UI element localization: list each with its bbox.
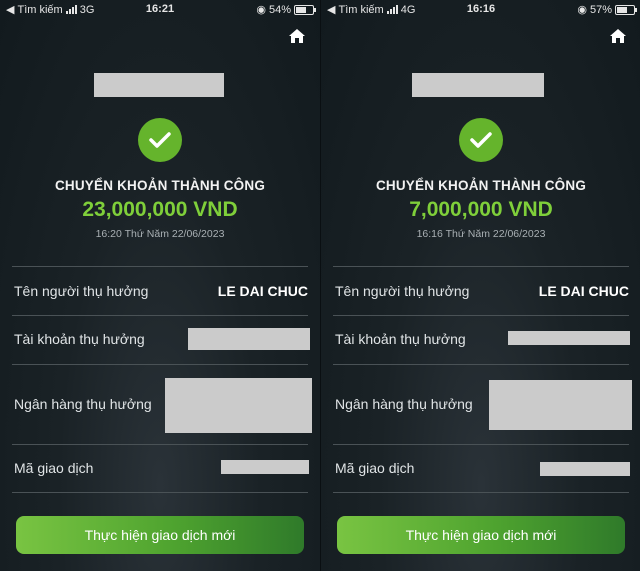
rotation-lock-icon: ◉ (577, 4, 587, 16)
row-label-transaction-id: Mã giao dịch (14, 460, 94, 476)
divider (333, 315, 629, 316)
row-label-beneficiary-name: Tên người thụ hưởng (335, 283, 470, 299)
row-label-beneficiary-account: Tài khoản thụ hưởng (335, 331, 466, 347)
redacted-account-name (412, 73, 544, 97)
redacted-beneficiary-account (188, 328, 310, 350)
home-icon[interactable] (288, 28, 306, 44)
status-bar: ◀ Tìm kiếm 3G 16:21 ◉ 54% (0, 0, 320, 18)
comparison-stage: ◀ Tìm kiếm 3G 16:21 ◉ 54% CHUYỂN KHOẢN T… (0, 0, 640, 571)
divider (12, 315, 308, 316)
row-value-beneficiary-name: LE DAI CHUC (217, 283, 308, 299)
row-label-beneficiary-bank: Ngân hàng thụ hưởng (14, 396, 152, 412)
check-icon (459, 118, 503, 162)
redacted-transaction-id (540, 462, 630, 476)
battery-icon (294, 4, 316, 15)
rotation-lock-icon: ◉ (256, 4, 266, 16)
divider (12, 266, 308, 267)
transfer-success-screen-1: ◀ Tìm kiếm 3G 16:21 ◉ 54% CHUYỂN KHOẢN T… (0, 0, 320, 571)
battery-info: ◉ 57% (577, 3, 637, 16)
new-transaction-button[interactable]: Thực hiện giao dịch mới (16, 516, 304, 554)
row-label-transaction-id: Mã giao dịch (335, 460, 415, 476)
transfer-datetime: 16:20 Thứ Năm 22/06/2023 (95, 228, 225, 240)
row-label-beneficiary-bank: Ngân hàng thụ hưởng (335, 396, 473, 412)
battery-percent: 54% (268, 3, 291, 16)
transfer-datetime: 16:16 Thứ Năm 22/06/2023 (416, 228, 546, 240)
redacted-transaction-id (221, 460, 309, 474)
transfer-success-screen-2: ◀ Tìm kiếm 4G 16:16 ◉ 57% CHUYỂN KHOẢN T… (321, 0, 640, 571)
row-label-beneficiary-name: Tên người thụ hưởng (14, 283, 149, 299)
redacted-account-name (94, 73, 224, 97)
divider (333, 364, 629, 365)
transfer-amount: 7,000,000 VND (409, 198, 553, 221)
redacted-beneficiary-bank (165, 378, 312, 433)
divider (12, 492, 308, 493)
divider (333, 492, 629, 493)
success-title: CHUYỂN KHOẢN THÀNH CÔNG (54, 178, 266, 193)
redacted-beneficiary-account (508, 331, 630, 345)
row-label-beneficiary-account: Tài khoản thụ hưởng (14, 331, 145, 347)
battery-icon (615, 4, 637, 15)
battery-info: ◉ 54% (256, 3, 316, 16)
divider (12, 364, 308, 365)
status-bar: ◀ Tìm kiếm 4G 16:16 ◉ 57% (321, 0, 640, 18)
success-title: CHUYỂN KHOẢN THÀNH CÔNG (375, 178, 587, 193)
row-value-beneficiary-name: LE DAI CHUC (538, 283, 629, 299)
divider (333, 266, 629, 267)
home-icon[interactable] (609, 28, 627, 44)
battery-percent: 57% (589, 3, 612, 16)
divider (12, 444, 308, 445)
transfer-amount: 23,000,000 VND (82, 198, 238, 221)
check-icon (138, 118, 182, 162)
divider (333, 444, 629, 445)
redacted-beneficiary-bank (489, 380, 632, 430)
new-transaction-button[interactable]: Thực hiện giao dịch mới (337, 516, 625, 554)
